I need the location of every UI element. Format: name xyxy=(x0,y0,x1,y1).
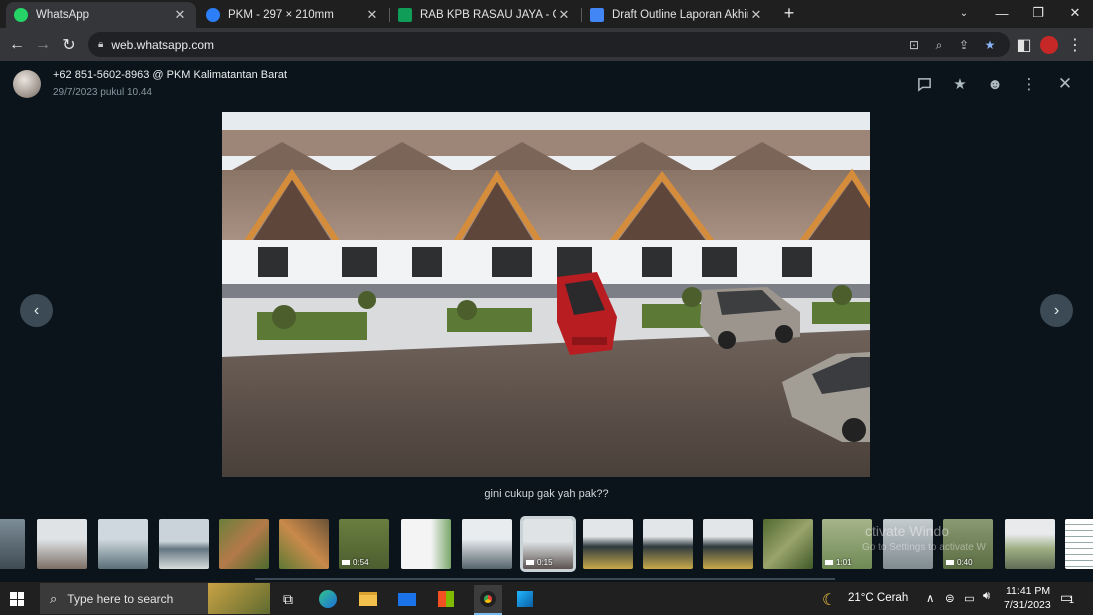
browser-toolbar: ← → ↻ 🔒︎ web.whatsapp.com ⊡ ⌕ ⇪ ★ ◧ ⋮ xyxy=(0,28,1093,61)
canva-icon xyxy=(206,8,220,22)
clock-time[interactable]: 11:41 PM xyxy=(1006,585,1050,597)
close-window-button[interactable]: ✕ xyxy=(1057,0,1093,26)
address-bar[interactable]: 🔒︎ web.whatsapp.com ⊡ ⌕ ⇪ ★ xyxy=(88,32,1010,57)
thumbnail-strip: 0:54 0:15 1:01 0:40 ctivate Windo Go to … xyxy=(0,516,1093,573)
profile-avatar[interactable] xyxy=(1038,34,1060,56)
whatsapp-icon xyxy=(14,8,28,22)
message-timestamp: 29/7/2023 pukul 10.44 xyxy=(53,87,152,98)
media-thumbnail[interactable] xyxy=(37,519,87,569)
tab-title: PKM - 297 × 210mm xyxy=(228,9,334,21)
media-caption: gini cukup gak yah pak?? xyxy=(484,488,609,500)
tray-chevron-icon[interactable]: ∧ xyxy=(926,591,934,605)
zoom-icon[interactable]: ⌕ xyxy=(930,36,948,54)
media-thumbnail[interactable] xyxy=(279,519,329,569)
next-media-button[interactable]: › xyxy=(1040,294,1073,327)
avatar[interactable] xyxy=(13,70,41,98)
more-icon[interactable]: ⋮ xyxy=(1018,73,1040,95)
search-placeholder: Type here to search xyxy=(67,591,174,606)
file-explorer-icon[interactable] xyxy=(356,587,380,611)
search-highlight-image xyxy=(208,583,270,614)
new-tab-button[interactable]: + xyxy=(778,2,800,24)
lock-icon: 🔒︎ xyxy=(98,39,104,50)
media-viewer: +62 851-5602-8963 @ PKM Kalimatantan Bar… xyxy=(0,61,1093,582)
browser-tab-bar: WhatsApp ✕ PKM - 297 × 210mm ✕ RAB KPB R… xyxy=(0,0,1093,28)
tab-title: WhatsApp xyxy=(36,9,90,21)
close-tab-icon[interactable]: ✕ xyxy=(556,7,572,23)
activate-windows-hint: Go to Settings to activate W xyxy=(862,542,986,553)
media-thumbnail[interactable] xyxy=(643,519,693,569)
reload-button[interactable]: ↻ xyxy=(58,34,80,56)
task-view-icon[interactable]: ⧉ xyxy=(276,587,300,611)
tab-whatsapp[interactable]: WhatsApp ✕ xyxy=(6,2,196,28)
bookmark-star-icon[interactable]: ★ xyxy=(981,36,999,54)
share-icon[interactable]: ⇪ xyxy=(955,36,973,54)
video-duration: 0:15 xyxy=(526,558,553,567)
store-icon[interactable] xyxy=(434,587,458,611)
mail-icon[interactable] xyxy=(395,587,419,611)
media-thumbnail[interactable] xyxy=(219,519,269,569)
close-icon[interactable]: ✕ xyxy=(1054,73,1076,95)
media-thumbnail[interactable] xyxy=(703,519,753,569)
install-app-icon[interactable]: ⊡ xyxy=(905,36,923,54)
close-tab-icon[interactable]: ✕ xyxy=(172,7,188,23)
media-thumbnail-video[interactable]: 0:54 xyxy=(339,519,389,569)
sheets-icon xyxy=(398,8,412,22)
network-icon[interactable]: ⊜ xyxy=(945,591,955,605)
restore-button[interactable]: ❐ xyxy=(1020,0,1056,26)
media-thumbnail[interactable] xyxy=(583,519,633,569)
minimize-button[interactable]: — xyxy=(984,0,1020,26)
edge-icon[interactable] xyxy=(316,587,340,611)
taskbar-search-box[interactable]: ⌕ Type here to search xyxy=(40,583,270,614)
media-thumbnail[interactable] xyxy=(462,519,512,569)
media-thumbnail[interactable] xyxy=(763,519,813,569)
weather-moon-icon: ☾ xyxy=(822,592,837,609)
app-icon[interactable] xyxy=(513,587,537,611)
side-panel-icon[interactable]: ◧ xyxy=(1013,34,1035,56)
browser-menu-icon[interactable]: ⋮ xyxy=(1064,34,1086,56)
tab-canva[interactable]: PKM - 297 × 210mm ✕ xyxy=(198,2,388,28)
video-duration: 0:54 xyxy=(342,558,369,567)
media-thumbnail[interactable] xyxy=(98,519,148,569)
reply-icon[interactable] xyxy=(913,73,935,95)
notification-count: 1 xyxy=(1069,595,1075,605)
tab-title: RAB KPB RASAU JAYA - Google Sh xyxy=(420,9,556,21)
windows-taskbar: ⌕ Type here to search ⧉ ☾ 21°C Cerah ∧ ⊜… xyxy=(0,582,1093,615)
media-thumbnail[interactable] xyxy=(401,519,451,569)
media-thumbnail[interactable] xyxy=(0,519,25,569)
close-tab-icon[interactable]: ✕ xyxy=(364,7,380,23)
close-tab-icon[interactable]: ✕ xyxy=(748,7,764,23)
previous-media-button[interactable]: ‹ xyxy=(20,294,53,327)
media-image xyxy=(222,112,870,477)
media-thumbnail[interactable] xyxy=(159,519,209,569)
tab-title: Draft Outline Laporan Akhir -edit xyxy=(612,9,748,21)
video-duration: 1:01 xyxy=(825,558,852,567)
activate-windows-watermark: ctivate Windo xyxy=(865,523,950,539)
tab-search-icon[interactable]: ⌄ xyxy=(946,0,982,26)
volume-icon[interactable]: 🔊︎ xyxy=(983,590,990,603)
star-icon[interactable]: ★ xyxy=(949,73,971,95)
clock-date[interactable]: 7/31/2023 xyxy=(1004,599,1051,611)
url-text: web.whatsapp.com xyxy=(111,37,215,52)
back-button[interactable]: ← xyxy=(6,34,28,56)
docs-icon xyxy=(590,8,604,22)
media-thumbnail-selected[interactable]: 0:15 xyxy=(520,516,576,572)
weather-text[interactable]: 21°C Cerah xyxy=(848,592,908,604)
thumbnail-scrollbar[interactable] xyxy=(255,578,835,580)
media-thumbnail[interactable] xyxy=(1005,519,1055,569)
emoji-icon[interactable]: ☻ xyxy=(984,73,1006,95)
chrome-icon[interactable] xyxy=(474,585,502,613)
battery-icon[interactable]: ▭ xyxy=(964,591,975,605)
search-icon: ⌕ xyxy=(50,590,58,606)
media-thumbnail[interactable] xyxy=(1065,519,1093,569)
forward-button[interactable]: → xyxy=(32,34,54,56)
windows-start-icon[interactable] xyxy=(10,592,24,606)
tab-sheets[interactable]: RAB KPB RASAU JAYA - Google Sh ✕ xyxy=(390,2,580,28)
house-render-image xyxy=(222,112,870,477)
video-duration: 0:40 xyxy=(946,558,973,567)
tab-docs[interactable]: Draft Outline Laporan Akhir -edit ✕ xyxy=(582,2,772,28)
sender-name: +62 851-5602-8963 @ PKM Kalimatantan Bar… xyxy=(53,69,288,81)
